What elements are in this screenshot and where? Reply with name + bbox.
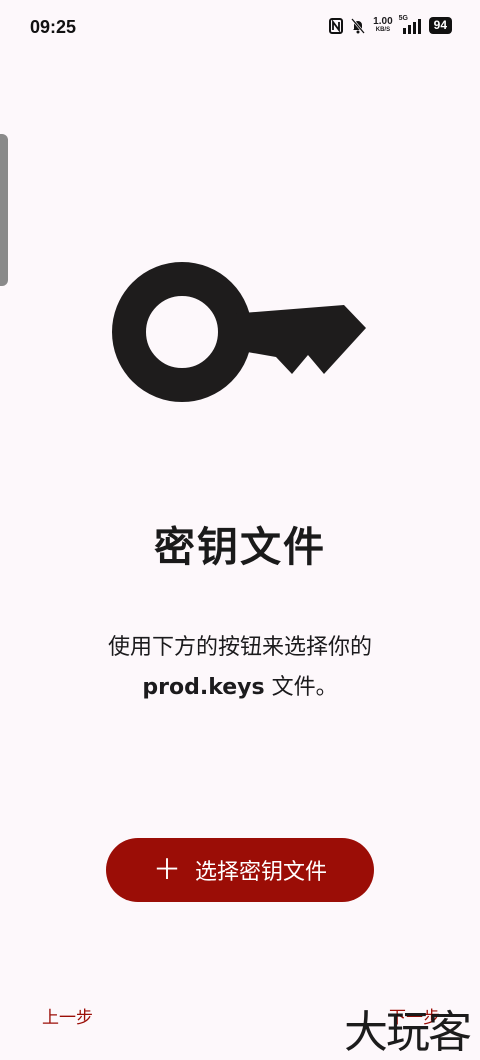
signal-icon: 5G [398, 14, 421, 34]
description-line-1: 使用下方的按钮来选择你的 [107, 635, 372, 660]
edge-handle[interactable] [0, 134, 8, 286]
network-speed-unit: KB/S [375, 26, 391, 33]
status-time: 09:25 [30, 17, 77, 37]
previous-step-button[interactable]: 上一步 [42, 1003, 93, 1028]
page-title: 密钥文件 [154, 523, 326, 571]
description-suffix: 文件。 [264, 675, 338, 700]
select-key-file-button[interactable]: ＋ 选择密钥文件 [106, 838, 374, 902]
watermark-logo: 大玩客 [344, 1007, 472, 1058]
network-type: 5G [398, 14, 408, 22]
battery-indicator: 94 [428, 17, 452, 34]
file-name: prod.keys [142, 675, 265, 700]
nfc-icon [329, 17, 344, 34]
description-line-2: prod.keys 文件。 [40, 668, 440, 708]
network-speed-value: 1.00 [373, 15, 393, 27]
key-icon [112, 262, 366, 402]
description: 使用下方的按钮来选择你的 prod.keys 文件。 [40, 628, 440, 708]
network-speed: 1.00 KB/S [373, 15, 393, 34]
bell-muted-icon [351, 17, 366, 34]
status-bar: 09:25 1.00 KB/S 5G 94 [0, 0, 480, 56]
select-key-file-label: 选择密钥文件 [195, 860, 328, 885]
plus-icon: ＋ [152, 853, 181, 886]
status-icons: 1.00 KB/S 5G 94 [329, 14, 452, 34]
